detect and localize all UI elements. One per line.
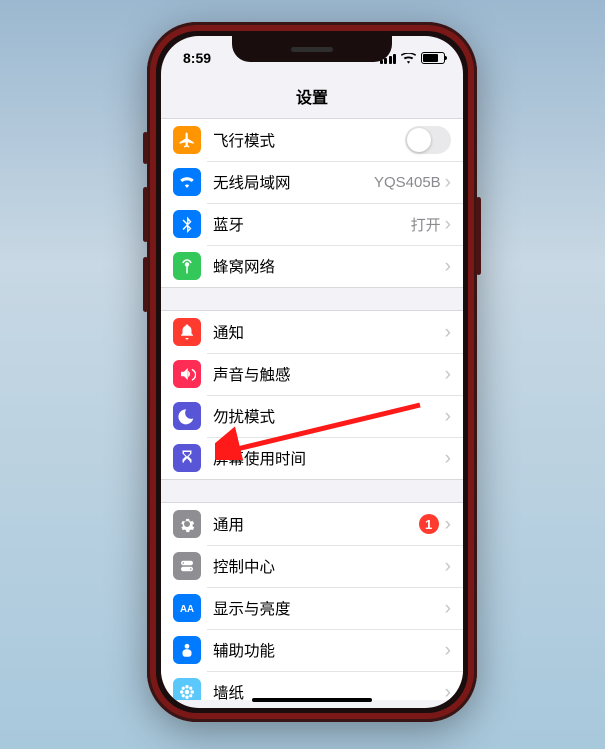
row-label: 勿扰模式 [213, 405, 445, 427]
row-label: 声音与触感 [213, 363, 445, 385]
chevron-right-icon: › [445, 215, 451, 234]
chevron-right-icon: › [445, 449, 451, 468]
row-label: 飞行模式 [213, 129, 405, 151]
settings-row-switches[interactable]: 控制中心› [161, 545, 463, 587]
notch [232, 36, 392, 62]
settings-row-wifi[interactable]: 无线局域网YQS405B› [161, 161, 463, 203]
earpiece-speaker [291, 47, 333, 52]
row-label: 控制中心 [213, 555, 445, 577]
settings-row-hourglass[interactable]: 屏幕使用时间› [161, 437, 463, 479]
bluetooth-icon [173, 210, 201, 238]
person-icon [173, 636, 201, 664]
home-indicator[interactable] [252, 698, 372, 702]
gear-icon [173, 510, 201, 538]
settings-row-flower[interactable]: 墙纸› [161, 671, 463, 700]
row-label: 蓝牙 [213, 213, 411, 235]
hourglass-icon [173, 444, 201, 472]
settings-row-aa[interactable]: AA 显示与亮度› [161, 587, 463, 629]
volume-down-button [143, 257, 148, 312]
battery-icon [421, 52, 445, 64]
mute-switch [143, 132, 148, 164]
wifi-icon [401, 53, 416, 64]
row-label: 蜂窝网络 [213, 255, 445, 277]
antenna-icon [173, 252, 201, 280]
settings-group: 通知›声音与触感›勿扰模式›屏幕使用时间› [161, 310, 463, 480]
phone-frame: 8:59 设置 飞行模式无线局域网YQS405B›蓝牙打开›蜂窝网络›通知›声音… [147, 22, 477, 722]
chevron-right-icon: › [445, 365, 451, 384]
chevron-right-icon: › [445, 173, 451, 192]
settings-row-gear[interactable]: 通用1 › [161, 503, 463, 545]
volume-up-button [143, 187, 148, 242]
moon-icon [173, 402, 201, 430]
chevron-right-icon: › [445, 257, 451, 276]
wifi-icon [173, 168, 201, 196]
row-label: 显示与亮度 [213, 597, 445, 619]
toggle-switch[interactable] [405, 126, 451, 154]
row-value: YQS405B [374, 174, 441, 191]
bell-icon [173, 318, 201, 346]
settings-row-antenna[interactable]: 蜂窝网络› [161, 245, 463, 287]
chevron-right-icon: › [445, 323, 451, 342]
chevron-right-icon: › [445, 557, 451, 576]
settings-row-person[interactable]: 辅助功能› [161, 629, 463, 671]
settings-group: 飞行模式无线局域网YQS405B›蓝牙打开›蜂窝网络› [161, 118, 463, 288]
settings-row-moon[interactable]: 勿扰模式› [161, 395, 463, 437]
settings-row-bell[interactable]: 通知› [161, 311, 463, 353]
page-title: 设置 [161, 80, 463, 118]
airplane-icon [173, 126, 201, 154]
row-label: 通用 [213, 513, 419, 535]
settings-row-bluetooth[interactable]: 蓝牙打开› [161, 203, 463, 245]
notification-badge: 1 [419, 514, 439, 534]
chevron-right-icon: › [445, 515, 451, 534]
aa-icon: AA [173, 594, 201, 622]
chevron-right-icon: › [445, 683, 451, 701]
chevron-right-icon: › [445, 599, 451, 618]
chevron-right-icon: › [445, 641, 451, 660]
row-label: 辅助功能 [213, 639, 445, 661]
chevron-right-icon: › [445, 407, 451, 426]
row-label: 通知 [213, 321, 445, 343]
row-label: 无线局域网 [213, 171, 374, 193]
settings-row-airplane[interactable]: 飞行模式 [161, 119, 463, 161]
switches-icon [173, 552, 201, 580]
row-value: 打开 [411, 214, 441, 235]
settings-row-speaker[interactable]: 声音与触感› [161, 353, 463, 395]
svg-text:AA: AA [180, 604, 194, 615]
settings-list[interactable]: 飞行模式无线局域网YQS405B›蓝牙打开›蜂窝网络›通知›声音与触感›勿扰模式… [161, 118, 463, 700]
settings-group: 通用1›控制中心›AA显示与亮度›辅助功能›墙纸›Siri 与搜索›面容 ID … [161, 502, 463, 700]
status-time: 8:59 [183, 50, 211, 66]
power-button [476, 197, 481, 275]
row-label: 屏幕使用时间 [213, 447, 445, 469]
flower-icon [173, 678, 201, 700]
speaker-icon [173, 360, 201, 388]
screen: 8:59 设置 飞行模式无线局域网YQS405B›蓝牙打开›蜂窝网络›通知›声音… [161, 36, 463, 708]
